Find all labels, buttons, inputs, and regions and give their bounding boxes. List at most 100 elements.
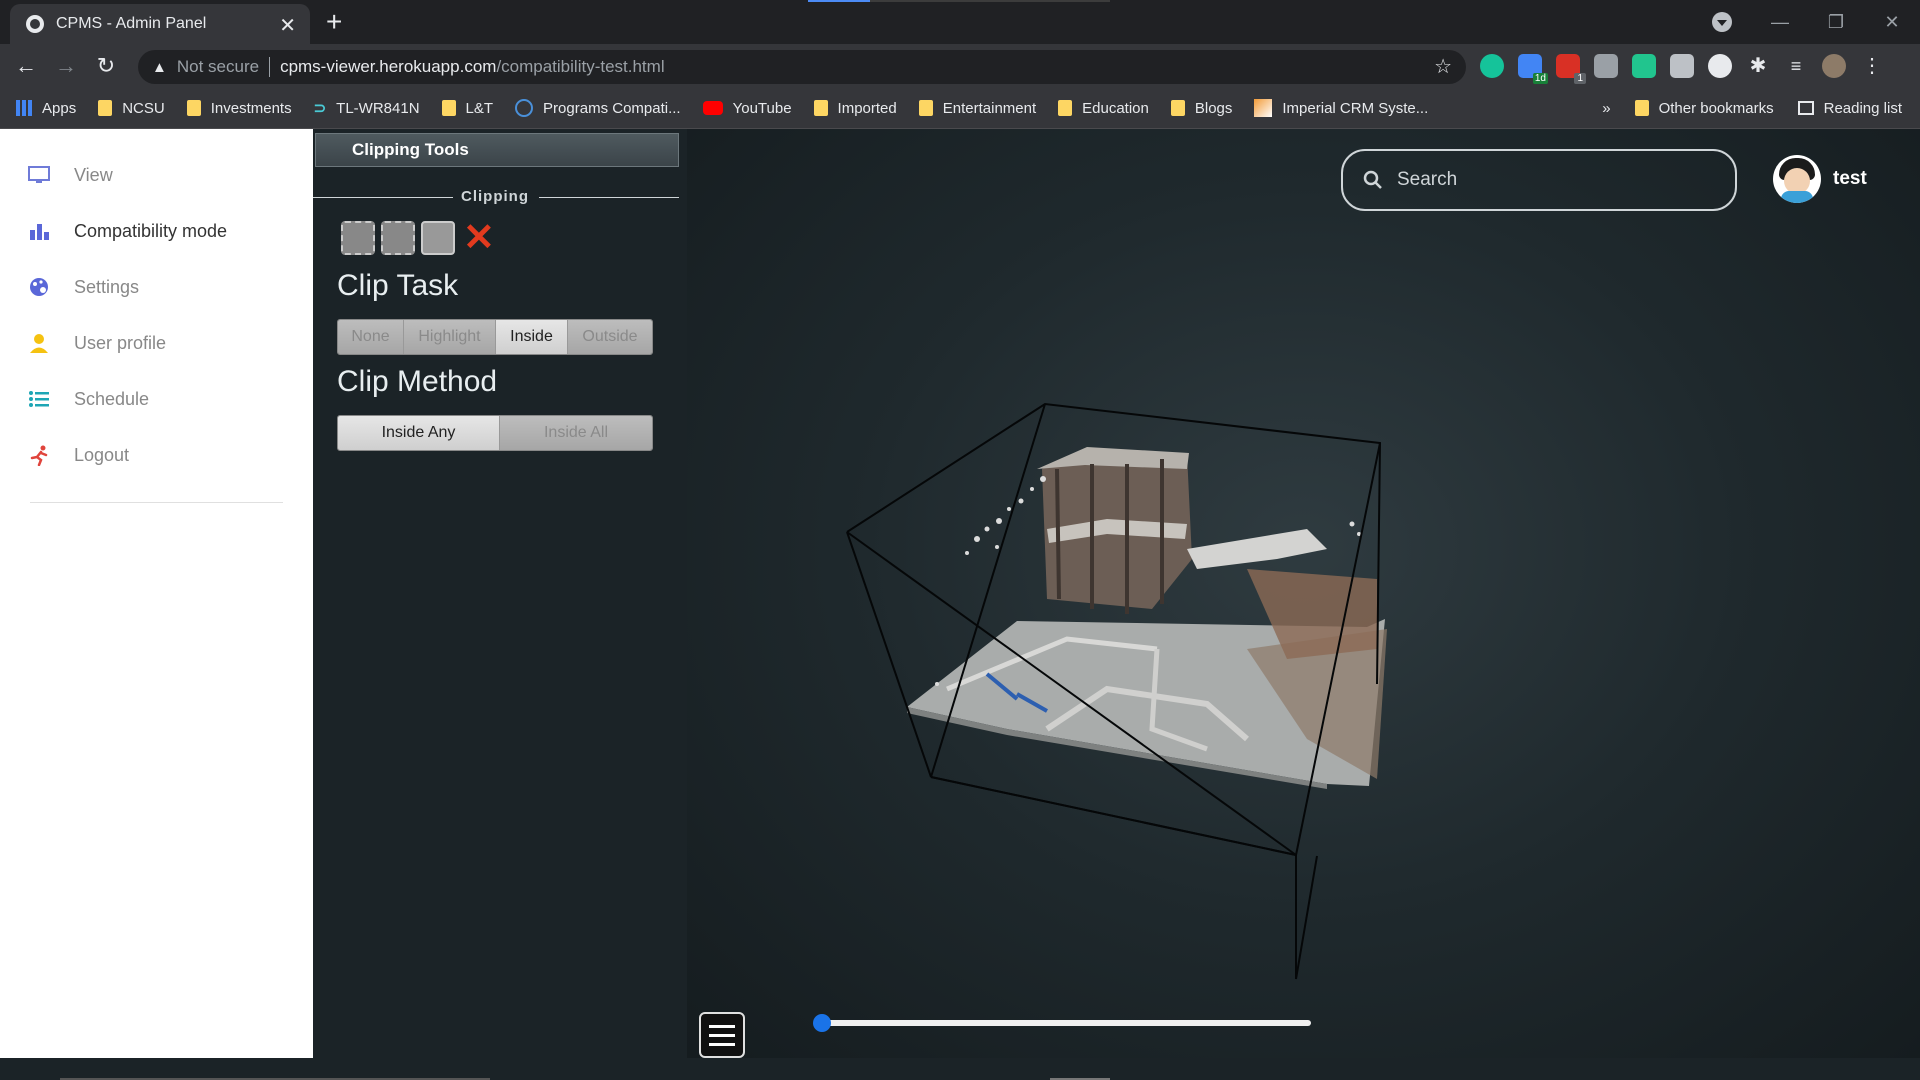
minimize-icon[interactable]: — [1752,12,1808,33]
bookmark-label: NCSU [122,99,165,117]
close-window-icon[interactable]: ✕ [1864,12,1920,33]
bookmark-label: Apps [42,99,77,117]
crm-icon [1254,99,1273,117]
window-controls: — ❐ ✕ [1752,0,1920,44]
apps-grid-icon [16,100,32,116]
puzzle-extensions-icon[interactable]: ✱ [1746,54,1770,78]
sidebar-item-compatibility-mode[interactable]: Compatibility mode [28,211,227,251]
forward-icon[interactable]: → [50,50,82,82]
calendar-extension-icon[interactable]: 1d [1518,54,1548,84]
browser-menu-icon[interactable]: ⋮ [1860,54,1884,78]
sidebar-item-settings[interactable]: Settings [28,267,139,307]
youtube-icon [702,101,723,115]
warning-icon: ▲ [152,58,167,76]
clip-task-inside-button[interactable]: Inside [496,320,568,354]
reload-icon[interactable]: ↻ [90,50,122,82]
sidebar-item-user-profile[interactable]: User profile [28,323,166,363]
dell-icon [515,99,534,117]
media-control-icon[interactable]: ≡ [1784,54,1808,78]
clip-task-outside-button[interactable]: Outside [568,320,652,354]
reading-list-icon [1797,101,1814,115]
todo-badge: 1 [1574,73,1586,84]
hamburger-menu-button[interactable] [699,1012,745,1058]
bookmark-imperial-crm[interactable]: Imperial CRM Syste... [1254,99,1428,117]
new-tab-button[interactable]: + [326,6,342,38]
bookmark-lt[interactable]: L&T [441,99,494,117]
restore-icon[interactable]: ❐ [1808,12,1864,33]
bookmark-investments[interactable]: Investments [186,100,292,117]
bookmark-label: L&T [465,99,494,117]
security-label[interactable]: Not secure [177,57,259,77]
bookmark-programs[interactable]: Programs Compati... [515,99,681,117]
search-box[interactable]: Search [1341,149,1737,211]
section-title: Clipping [313,187,679,207]
palette-icon [28,276,50,298]
clip-task-buttons: None Highlight Inside Outside [337,319,653,355]
bookmark-youtube[interactable]: YouTube [702,99,792,117]
time-slider-handle[interactable] [813,1014,831,1032]
bookmarks-bar: Apps NCSU Investments ⊃ TL-WR841N L&T Pro… [0,88,1920,129]
chat-extension-icon[interactable] [1708,54,1732,78]
section-line-left [313,197,453,198]
user-icon [28,332,50,354]
clip-screen-box-icon[interactable] [421,221,455,255]
clip-method-inside-all-button[interactable]: Inside All [500,416,652,450]
tab-search-icon[interactable] [1712,12,1732,32]
close-tab-icon[interactable]: ✕ [279,13,296,38]
sidebar-item-view[interactable]: View [28,155,113,195]
folder-icon [813,100,828,116]
point-cloud-model[interactable] [687,129,1920,1058]
clip-method-buttons: Inside Any Inside All [337,415,653,451]
reading-list[interactable]: Reading list [1797,99,1902,117]
panel-header[interactable]: Clipping Tools [315,133,679,167]
sidebar: View Compatibility mode Settings User pr… [0,129,313,1058]
todo-extension-icon[interactable]: 1 [1556,54,1586,84]
other-bookmarks-label: Other bookmarks [1658,99,1774,117]
folder-icon [1058,100,1073,116]
sidebar-item-label: Compatibility mode [74,220,228,241]
browser-tab[interactable]: CPMS - Admin Panel ✕ [10,4,310,44]
screenshot-extension-icon[interactable] [1670,54,1694,78]
bookmarks-right: » Other bookmarks Reading list [1602,88,1902,128]
clip-task-title: Clip Task [337,269,459,302]
bookmark-label: YouTube [732,99,792,117]
bookmarks-overflow[interactable]: » [1602,100,1610,117]
bookmark-education[interactable]: Education [1058,100,1149,117]
point-cloud-viewer[interactable]: Search test [687,129,1920,1058]
bookmark-tl-wr841n[interactable]: ⊃ TL-WR841N [314,99,420,118]
clip-volume-icon[interactable] [341,221,375,255]
clip-polygon-icon[interactable] [381,221,415,255]
other-bookmarks[interactable]: Other bookmarks [1634,99,1774,117]
sidebar-item-logout[interactable]: Logout [28,435,129,475]
folder-icon [98,100,113,116]
address-bar[interactable]: ▲ Not secure cpms-viewer.herokuapp.com /… [138,50,1466,84]
page-bottom-bar [0,1058,1920,1080]
remove-clipping-icon[interactable]: ✕ [463,219,495,257]
bookmark-apps[interactable]: Apps [16,100,76,117]
back-icon[interactable]: ← [10,50,42,82]
bookmark-star-icon[interactable]: ☆ [1434,54,1452,79]
tab-favicon-icon [26,15,44,33]
monitor-icon [28,164,50,186]
reader-extension-icon[interactable] [1594,54,1618,78]
extensions-bar: 1d 1 ✱ ≡ ⋮ [1480,54,1884,84]
user-menu[interactable]: test [1773,155,1867,203]
bookmark-blogs[interactable]: Blogs [1170,100,1232,117]
sidebar-item-schedule[interactable]: Schedule [28,379,149,419]
bookmark-entertainment[interactable]: Entertainment [918,100,1036,117]
profile-avatar-icon[interactable] [1822,54,1846,78]
sidebar-item-label: Settings [74,276,140,297]
folder-icon [186,100,201,116]
clip-method-inside-any-button[interactable]: Inside Any [338,416,500,450]
notion-extension-icon[interactable] [1632,54,1656,78]
reading-list-label: Reading list [1823,99,1902,117]
folder-icon [441,100,456,116]
bookmark-label: Education [1082,99,1149,117]
bookmark-ncsu[interactable]: NCSU [98,100,165,117]
grammarly-icon[interactable] [1480,54,1504,78]
clip-task-highlight-button[interactable]: Highlight [404,320,496,354]
time-slider-track[interactable] [823,1020,1311,1026]
calendar-badge: 1d [1532,73,1548,84]
bookmark-imported[interactable]: Imported [813,100,897,117]
clip-task-none-button[interactable]: None [338,320,404,354]
